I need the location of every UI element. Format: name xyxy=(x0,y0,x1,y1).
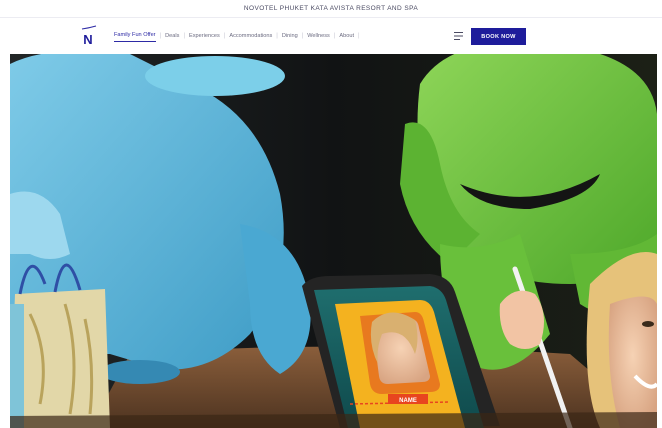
hamburger-icon[interactable] xyxy=(454,32,464,40)
nav-item-deals[interactable]: Deals xyxy=(165,31,179,42)
child-face xyxy=(586,252,657,428)
nav-separator: | xyxy=(223,33,226,39)
nav-item-wellness[interactable]: Wellness xyxy=(307,31,330,42)
nav-separator: | xyxy=(276,33,278,39)
hero-photo: NAME xyxy=(10,54,657,428)
nav-separator: | xyxy=(301,33,304,39)
nav-item-about[interactable]: About xyxy=(339,31,354,42)
nav-separator: | xyxy=(159,33,162,39)
nav-item-dining[interactable]: Dining xyxy=(282,31,298,42)
novotel-logo-icon[interactable]: N xyxy=(77,25,99,47)
top-banner: NOVOTEL PHUKET KATA AVISTA RESORT AND SP… xyxy=(0,0,662,18)
nav-separator: | xyxy=(358,33,360,39)
nav-item-family-fun-offer[interactable]: Family Fun Offer xyxy=(114,30,156,42)
logo-letter: N xyxy=(83,32,92,47)
nav-separator: | xyxy=(183,33,185,39)
page: NOVOTEL PHUKET KATA AVISTA RESORT AND SP… xyxy=(0,0,662,428)
hotel-name: NOVOTEL PHUKET KATA AVISTA RESORT AND SP… xyxy=(243,5,419,12)
nav-separator: | xyxy=(333,33,336,39)
nav-item-accommodations[interactable]: Accommodations xyxy=(229,31,272,42)
nav-item-experiences[interactable]: Experiences xyxy=(189,31,220,42)
navbar: N Family Fun Offer | Deals | Experiences… xyxy=(0,18,662,54)
hero-image: NAME xyxy=(10,54,657,428)
main-nav: Family Fun Offer | Deals | Experiences |… xyxy=(114,30,364,42)
book-now-button[interactable]: BOOK NOW xyxy=(471,28,526,45)
